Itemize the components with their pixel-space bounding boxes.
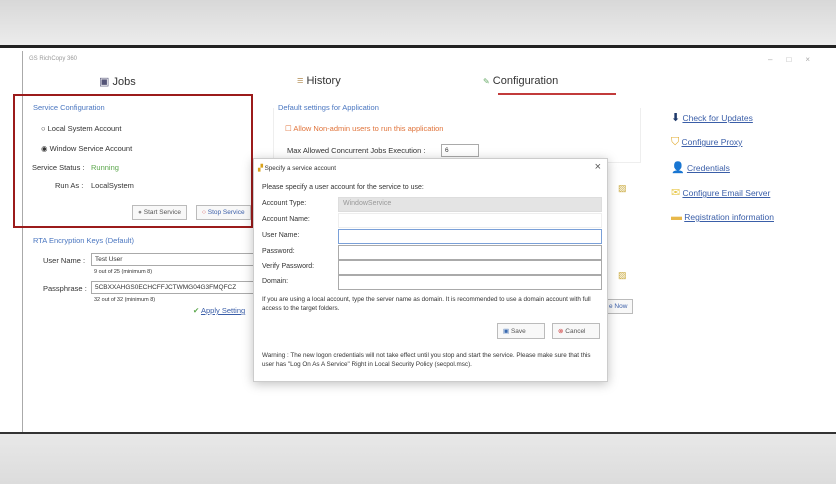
max-jobs-stepper[interactable]: 6 xyxy=(441,144,479,157)
rta-heading: RTA Encryption Keys (Default) xyxy=(33,236,135,245)
dialog-info: If you are using a local account, type t… xyxy=(262,296,591,312)
service-status-value: Running xyxy=(91,163,119,172)
app-icon: ▞ xyxy=(258,165,263,172)
configure-proxy-link[interactable]: ⛉ Configure Proxy xyxy=(671,136,742,149)
run-as-value: LocalSystem xyxy=(91,181,134,190)
blurred-bottom-band xyxy=(0,432,836,484)
history-icon: ≡ xyxy=(297,75,304,87)
tab-jobs[interactable]: ▣ Jobs xyxy=(99,75,136,88)
jobs-icon: ▣ xyxy=(99,76,110,88)
max-jobs-label: Max Allowed Concurrent Jobs Execution : xyxy=(287,146,426,155)
account-type-select[interactable]: WindowService xyxy=(338,197,602,212)
user-icon: 👤 xyxy=(671,162,685,174)
verify-password-label: Verify Password: xyxy=(262,263,315,270)
user-name-label: User Name: xyxy=(262,232,300,239)
rta-user-input[interactable]: Test User xyxy=(91,253,256,266)
button-label: Start Service xyxy=(143,209,181,216)
local-system-radio[interactable]: ○ Local System Account xyxy=(41,124,121,133)
link-label: Check for Updates xyxy=(682,113,753,123)
credentials-link[interactable]: 👤 Credentials xyxy=(671,161,730,174)
dialog-prompt: Please specify a user account for the se… xyxy=(262,184,424,191)
link-label: Apply Setting xyxy=(200,306,246,315)
link-label: Configure Email Server xyxy=(682,188,771,198)
title-text: Specify a service account xyxy=(264,165,336,172)
button-label: Stop Service xyxy=(207,209,245,216)
button-label: Save xyxy=(510,328,526,335)
close-icon[interactable]: × xyxy=(595,161,601,173)
tab-history[interactable]: ≡ History xyxy=(297,75,341,87)
account-name-field[interactable] xyxy=(338,213,602,228)
window-service-radio[interactable]: ◉ Window Service Account xyxy=(41,144,132,153)
save-icon: ▣ xyxy=(503,328,510,335)
registration-link[interactable]: ▬ Registration information xyxy=(671,211,774,223)
stop-service-button[interactable]: ○ Stop Service xyxy=(196,205,251,220)
blurred-top-band xyxy=(0,0,836,48)
start-service-button[interactable]: ● Start Service xyxy=(132,205,187,220)
dialog-warning: Warning : The new logon credentials will… xyxy=(262,352,591,368)
checkbox-label: Allow Non-admin users to run this applic… xyxy=(293,124,444,133)
browse-folder-icon[interactable]: ▨ xyxy=(618,270,627,281)
app-window: GS RichCopy 360 –□× ▣ Jobs ≡ History ✎ C… xyxy=(13,51,836,432)
check-icon: ✔ xyxy=(193,306,200,315)
rta-user-label: User Name : xyxy=(43,256,86,265)
rta-pass-input[interactable]: 5CBXXAHGS0ECHCFFJCTWMG04G3FMQFCZ xyxy=(91,281,256,294)
run-as-label: Run As : xyxy=(55,181,84,190)
radio-label: Window Service Account xyxy=(49,144,133,153)
password-input[interactable] xyxy=(338,245,602,260)
start-icon: ● xyxy=(138,209,142,216)
rta-pass-label: Passphrase : xyxy=(43,284,87,293)
allow-non-admin-checkbox[interactable]: ☐ Allow Non-admin users to run this appl… xyxy=(285,124,443,133)
rta-user-hint: 9 out of 25 (minimum 8) xyxy=(94,269,153,275)
window-title: GS RichCopy 360 xyxy=(29,56,78,62)
check-updates-link[interactable]: ⬇ Check for Updates xyxy=(671,111,753,124)
window-controls[interactable]: –□× xyxy=(768,55,824,64)
service-config-heading: Service Configuration xyxy=(33,103,105,112)
radio-label: Local System Account xyxy=(47,124,122,133)
apply-setting-link[interactable]: ✔ Apply Setting xyxy=(193,306,245,315)
domain-label: Domain: xyxy=(262,278,289,285)
button-label: Cancel xyxy=(565,328,586,335)
user-name-input[interactable] xyxy=(338,229,602,244)
account-type-label: Account Type: xyxy=(262,200,307,207)
link-label: Configure Proxy xyxy=(681,137,743,147)
account-name-label: Account Name: xyxy=(262,216,310,223)
card-icon: ▬ xyxy=(671,211,682,223)
domain-input[interactable] xyxy=(338,275,602,290)
tab-label: Configuration xyxy=(492,75,559,87)
verify-password-input[interactable] xyxy=(338,260,602,275)
stop-icon: ○ xyxy=(202,209,206,216)
active-tab-indicator xyxy=(498,93,616,95)
email-icon: ✉ xyxy=(671,187,681,199)
browse-folder-icon[interactable]: ▨ xyxy=(618,183,627,194)
dialog-title: ▞ Specify a service account xyxy=(258,164,336,173)
configuration-icon: ✎ xyxy=(483,77,490,86)
save-button[interactable]: ▣ Save xyxy=(497,323,545,339)
link-label: Credentials xyxy=(686,163,730,173)
rta-pass-hint: 32 out of 32 (minimum 8) xyxy=(94,297,156,303)
tab-configuration[interactable]: ✎ Configuration xyxy=(483,75,558,87)
shield-icon: ⛉ xyxy=(671,136,680,148)
tab-label: History xyxy=(306,75,341,87)
link-label: Registration information xyxy=(684,212,774,222)
configure-email-link[interactable]: ✉ Configure Email Server xyxy=(671,186,770,199)
cancel-button[interactable]: ⊗ Cancel xyxy=(552,323,600,339)
tab-label: Jobs xyxy=(112,76,136,88)
service-status-label: Service Status : xyxy=(32,163,85,172)
download-icon: ⬇ xyxy=(671,112,681,124)
password-label: Password: xyxy=(262,248,295,255)
cancel-icon: ⊗ xyxy=(558,328,564,335)
service-account-dialog: ▞ Specify a service account × Please spe… xyxy=(253,158,608,382)
